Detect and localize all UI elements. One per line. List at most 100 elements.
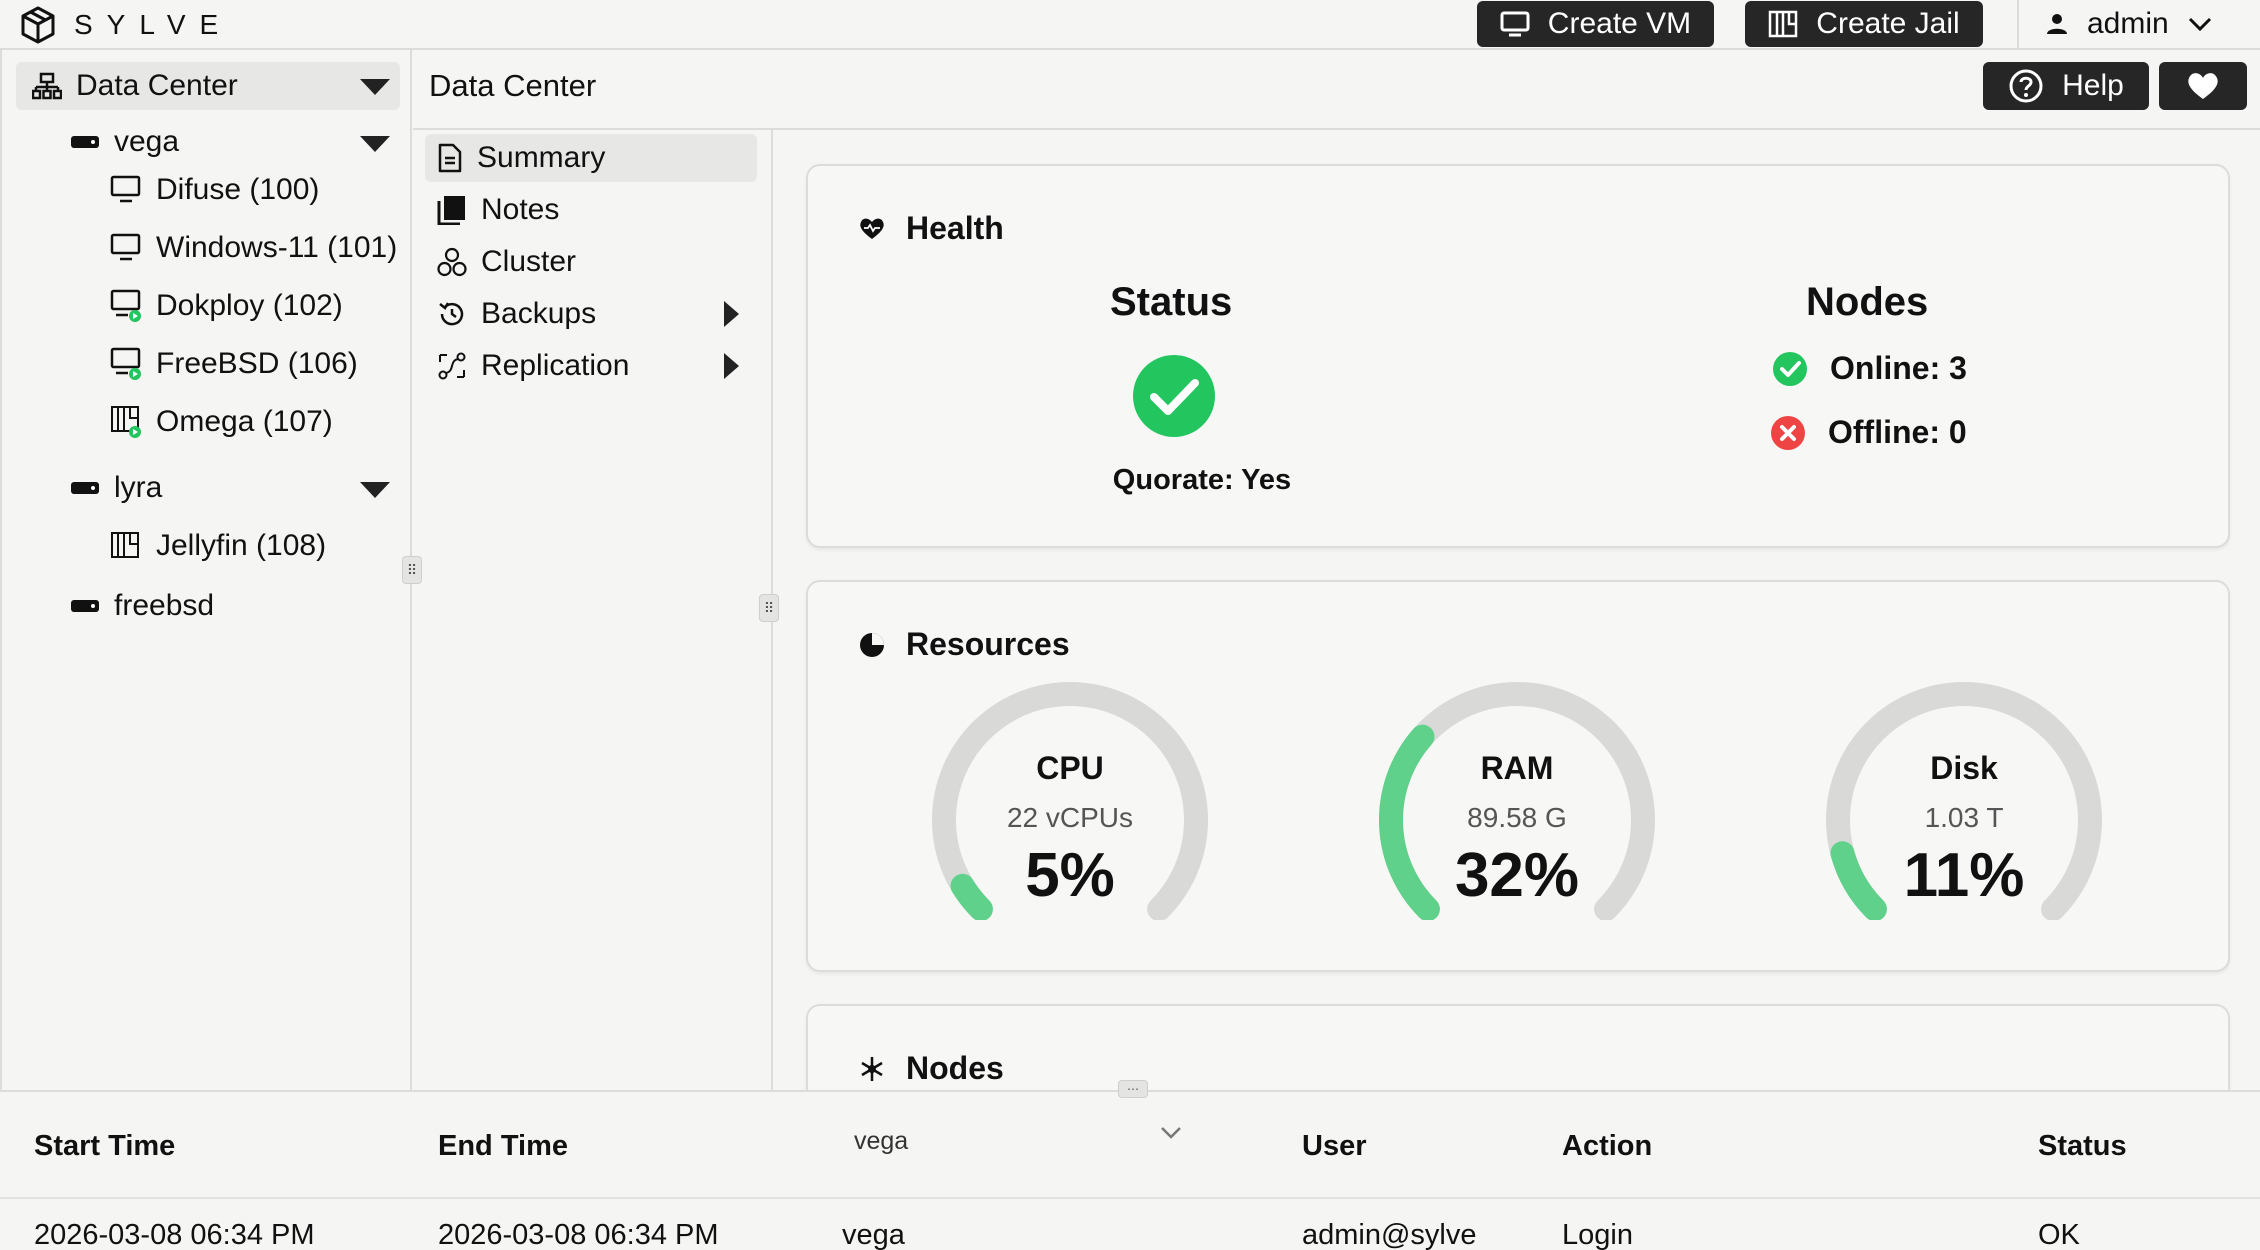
history-icon	[437, 299, 467, 329]
help-circle-icon	[2008, 68, 2044, 104]
tree-node-freebsd[interactable]: freebsd	[70, 582, 214, 630]
heart-icon	[2186, 71, 2220, 101]
quorate-text: Quorate: Yes	[1112, 464, 1292, 496]
gauge-sub: 1.03 T	[1924, 802, 2004, 833]
user-name: admin	[2087, 7, 2169, 40]
tree-vm-label: Dokploy (102)	[156, 289, 343, 322]
offline-count: Offline: 0	[1828, 414, 1967, 450]
chevron-down-icon	[1160, 1126, 1182, 1140]
create-vm-label: Create VM	[1547, 7, 1692, 40]
check-circle-icon	[1132, 354, 1216, 438]
col-header-status[interactable]: Status	[2038, 1130, 2127, 1163]
disk-gauge: Disk 1.03 T 11%	[1814, 680, 2114, 920]
online-count: Online: 3	[1830, 350, 1967, 386]
nav-summary[interactable]: Summary	[425, 134, 757, 182]
page-title: Data Center	[429, 68, 597, 103]
server-icon	[70, 599, 100, 613]
nav-notes[interactable]: Notes	[425, 186, 757, 234]
tree-node-lyra[interactable]: lyra	[70, 464, 162, 512]
create-jail-button[interactable]: Create Jail	[1745, 1, 1983, 47]
cpu-gauge: CPU 22 vCPUs 5%	[920, 680, 1220, 920]
gauge-label: Disk	[1930, 750, 1998, 786]
nodes-card-title-text: Nodes	[906, 1050, 1004, 1086]
tree-jail-label: Jellyfin (108)	[156, 529, 327, 562]
app-logo[interactable]: SYLVE	[18, 4, 232, 46]
resize-handle[interactable]: ⋯	[1118, 1080, 1148, 1098]
tree-jail-label: Omega (107)	[156, 405, 333, 438]
nav-label: Replication	[481, 349, 630, 382]
nav-replication[interactable]: Replication	[425, 342, 757, 390]
tree-node-vega[interactable]: vega	[70, 118, 179, 166]
status-heading: Status	[1110, 280, 1233, 324]
vm-monitor-icon	[110, 233, 142, 263]
col-header-end[interactable]: End Time	[438, 1130, 568, 1163]
tree-jail-omega[interactable]: Omega (107)	[110, 398, 333, 446]
tree-vm-label: Difuse (100)	[156, 173, 320, 206]
user-icon	[2045, 12, 2069, 36]
gauge-value: 5%	[1025, 841, 1115, 910]
tree-vm-dokploy[interactable]: Dokploy (102)	[110, 282, 343, 330]
vm-running-icon	[110, 347, 142, 381]
help-label: Help	[2062, 69, 2124, 102]
document-icon	[437, 143, 463, 173]
notes-icon	[437, 195, 467, 225]
cube-logo-icon	[18, 5, 58, 45]
cell-start: 2026-03-08 06:34 PM	[34, 1219, 315, 1250]
vm-monitor-icon	[110, 175, 142, 205]
logo-text: SYLVE	[74, 9, 233, 40]
resources-title: Resources	[858, 626, 1070, 663]
col-header-start[interactable]: Start Time	[34, 1130, 175, 1163]
jail-icon	[110, 531, 142, 561]
nodes-network-icon	[858, 1055, 886, 1083]
cluster-icon	[437, 247, 467, 277]
cell-node: vega	[842, 1219, 905, 1250]
nav-label: Notes	[481, 193, 560, 226]
chevron-down-icon	[2187, 16, 2213, 32]
server-icon	[70, 481, 100, 495]
vm-running-icon	[110, 289, 142, 323]
help-button[interactable]: Help	[1983, 62, 2149, 110]
tree-vm-windows[interactable]: Windows-11 (101)	[110, 224, 397, 272]
nav-label: Backups	[481, 297, 597, 330]
tree-node-label: vega	[114, 125, 180, 158]
tree-vm-difuse[interactable]: Difuse (100)	[110, 166, 319, 214]
nodes-heading: Nodes	[1806, 280, 1929, 324]
health-card: Health Status Quorate: Yes Nodes Online:…	[806, 164, 2230, 548]
gauge-label: RAM	[1480, 750, 1554, 786]
create-jail-label: Create Jail	[1816, 7, 1960, 40]
gauge-label: CPU	[1036, 750, 1104, 786]
jail-running-icon	[110, 405, 142, 439]
nav-label: Summary	[477, 141, 606, 174]
nodes-card-title: Nodes	[858, 1050, 1004, 1087]
node-filter-value: vega	[854, 1126, 909, 1155]
top-bar: SYLVE Create VM Create Jail admin	[0, 0, 2260, 50]
resize-handle[interactable]: ⠿	[759, 594, 779, 622]
node-filter-select[interactable]: vega	[840, 1106, 1196, 1176]
cell-end: 2026-03-08 06:34 PM	[438, 1219, 719, 1250]
tree-jail-jellyfin[interactable]: Jellyfin (108)	[110, 522, 326, 570]
caret-down-icon[interactable]	[360, 79, 390, 95]
tree-root-datacenter[interactable]: Data Center	[16, 62, 400, 110]
col-header-action[interactable]: Action	[1562, 1130, 1652, 1163]
caret-right-icon[interactable]	[724, 301, 739, 327]
cell-status: OK	[2038, 1219, 2080, 1250]
check-circle-icon	[1772, 351, 1808, 387]
caret-down-icon[interactable]	[360, 136, 390, 152]
tree-vm-label: Windows-11 (101)	[156, 231, 398, 264]
nav-backups[interactable]: Backups	[425, 290, 757, 338]
caret-right-icon[interactable]	[724, 353, 739, 379]
content-header: Data Center Help	[413, 50, 2260, 130]
cell-action: Login	[1562, 1219, 1633, 1250]
tree-vm-freebsd[interactable]: FreeBSD (106)	[110, 340, 358, 388]
donate-button[interactable]	[2159, 62, 2247, 110]
nav-cluster[interactable]: Cluster	[425, 238, 757, 286]
gauge-sub: 89.58 G	[1467, 802, 1567, 833]
gauge-sub: 22 vCPUs	[1006, 802, 1134, 833]
cell-user: admin@sylve	[1302, 1219, 1477, 1250]
nav-label: Cluster	[481, 245, 577, 278]
col-header-user[interactable]: User	[1302, 1130, 1367, 1163]
create-vm-button[interactable]: Create VM	[1477, 1, 1714, 47]
caret-down-icon[interactable]	[360, 482, 390, 498]
tree-node-label: freebsd	[114, 589, 215, 622]
user-menu[interactable]: admin	[2017, 0, 2260, 48]
